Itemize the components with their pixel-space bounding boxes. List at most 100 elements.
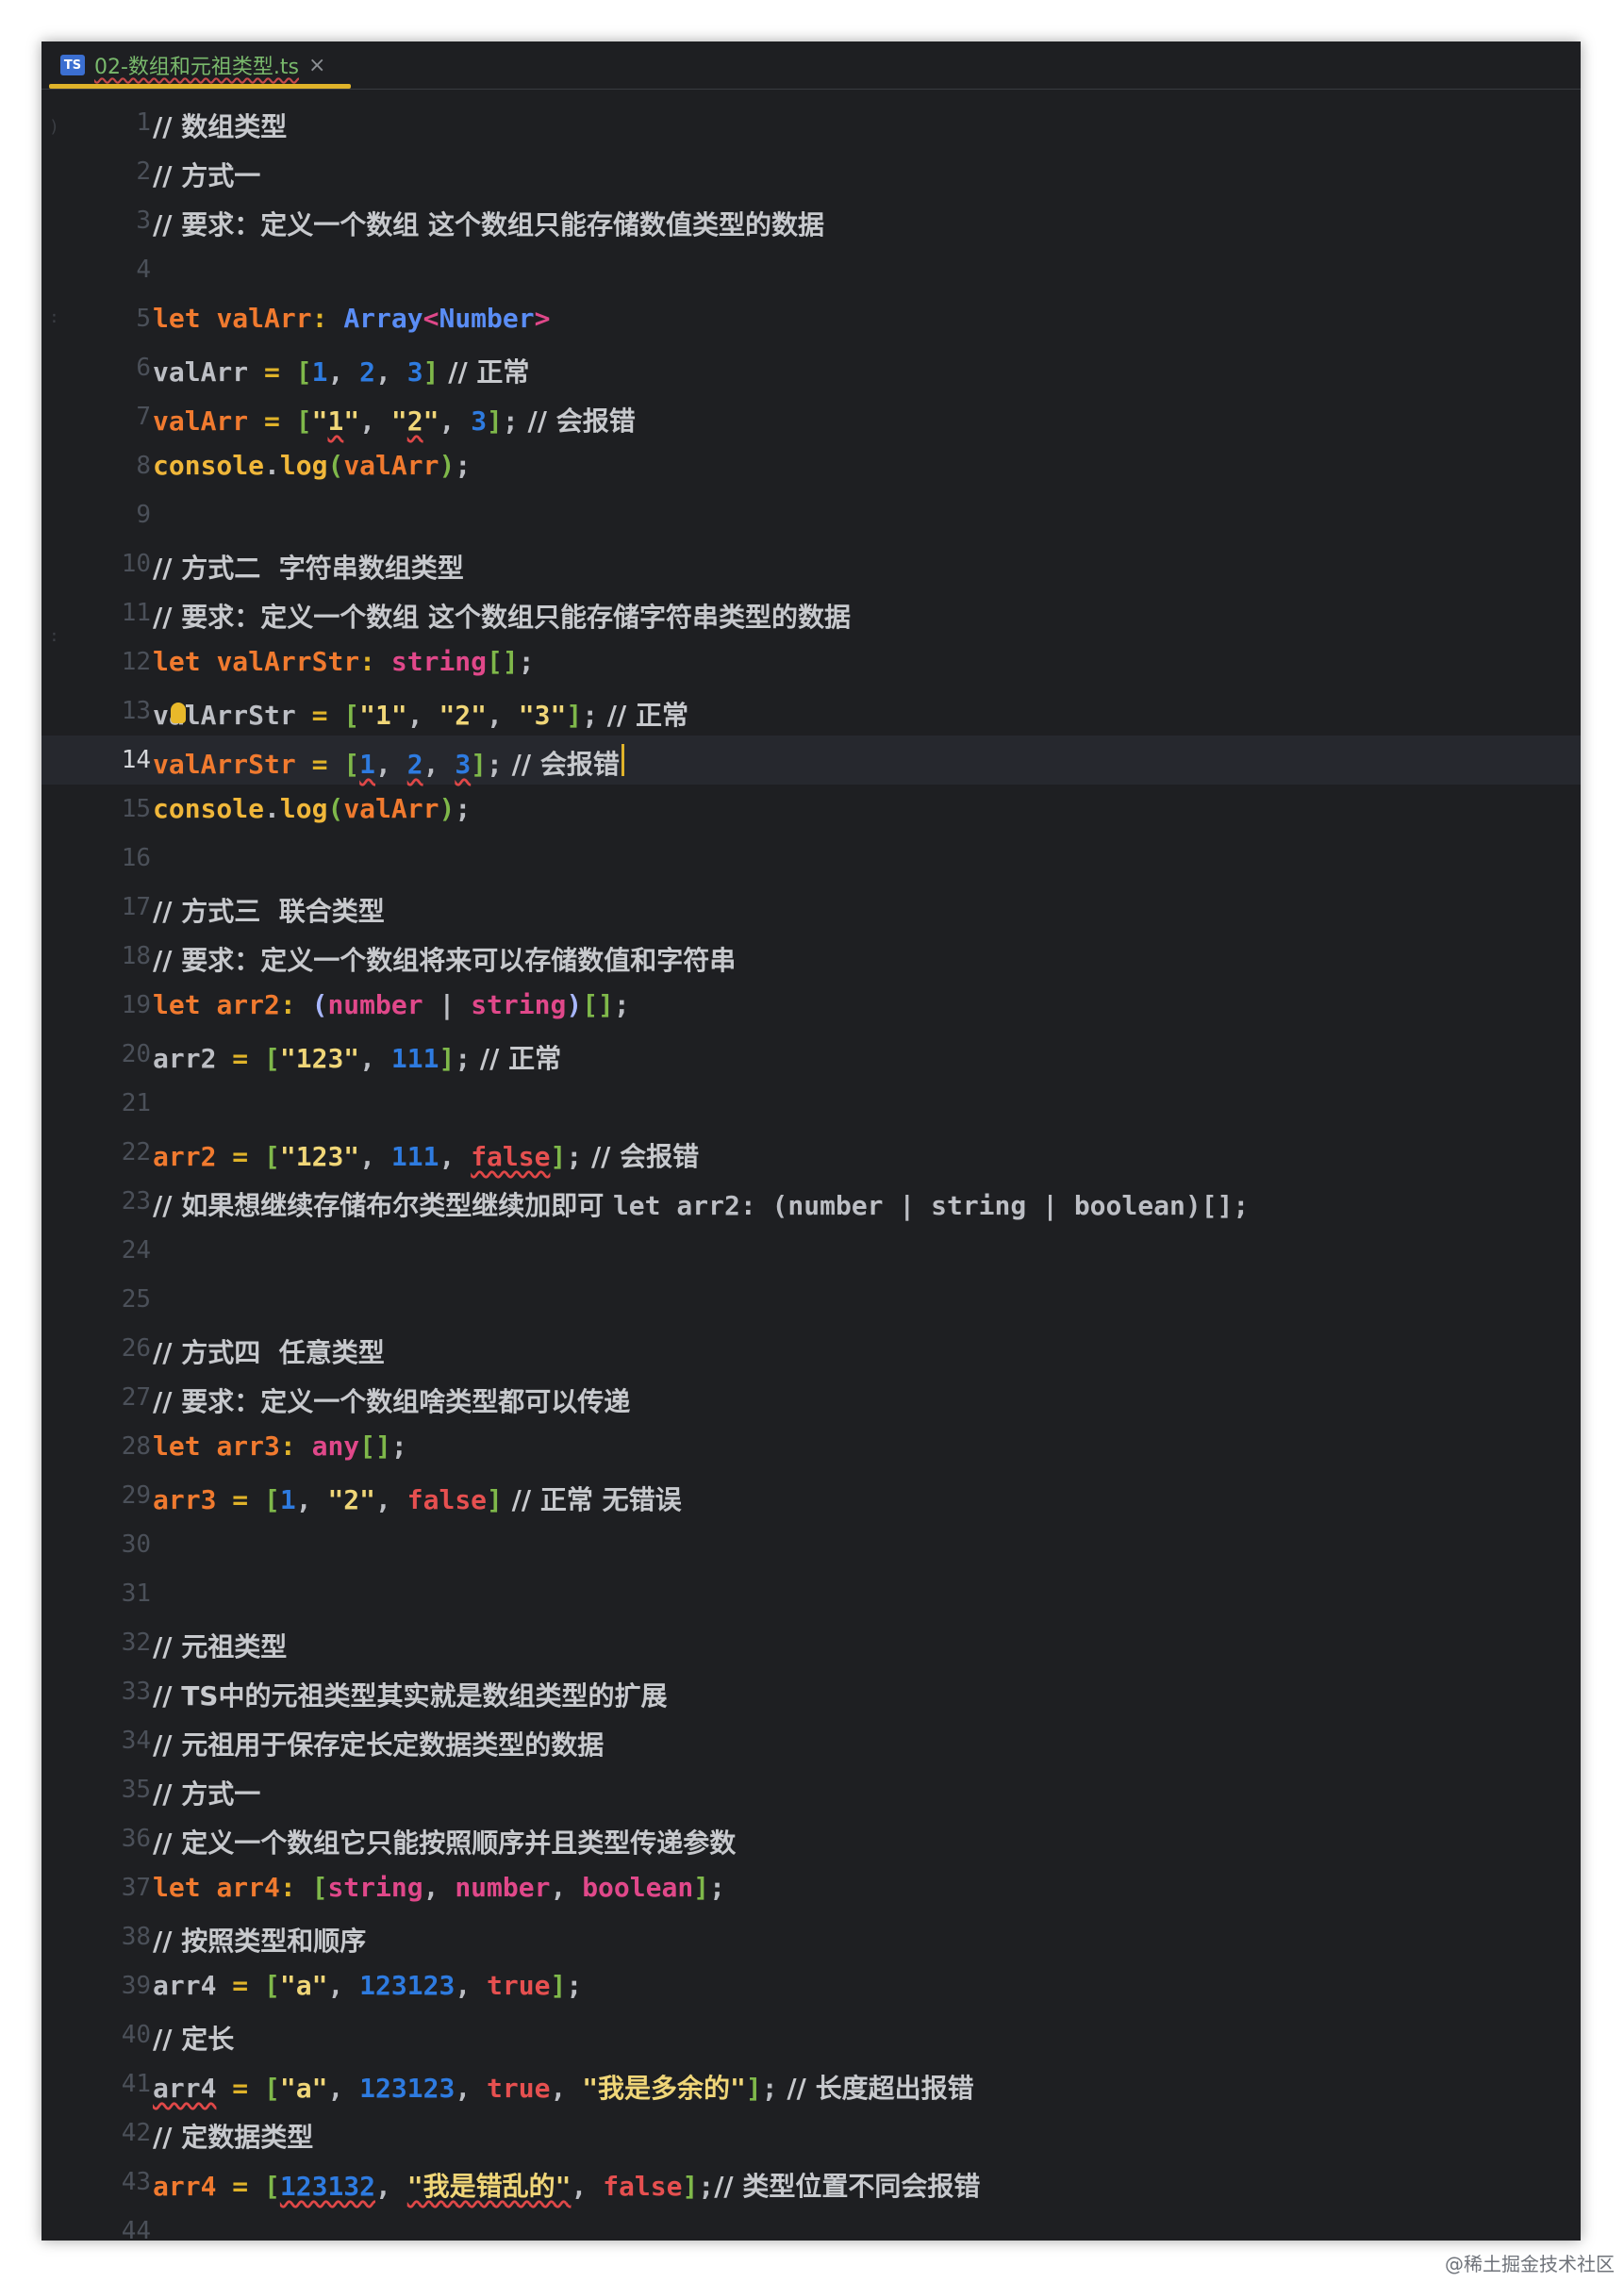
- code-token: [: [311, 1872, 328, 1903]
- code-line[interactable]: 21: [41, 1079, 1581, 1128]
- code-text[interactable]: // 定数据类型: [153, 2117, 313, 2155]
- code-text[interactable]: // 要求：定义一个数组 这个数组只能存储字符串类型的数据: [153, 597, 851, 635]
- code-text[interactable]: let valArrStr: string[];: [153, 646, 535, 677]
- code-text[interactable]: console.log(valArr);: [153, 450, 471, 481]
- code-token: =: [248, 405, 296, 437]
- code-text[interactable]: // 要求：定义一个数组 这个数组只能存储数值类型的数据: [153, 205, 824, 242]
- code-line[interactable]: 16: [41, 834, 1581, 883]
- code-line[interactable]: 18// 要求：定义一个数组将来可以存储数值和字符串: [41, 932, 1581, 981]
- code-line[interactable]: 22 arr2 = ["123", 111, false]; // 会报错: [41, 1128, 1581, 1177]
- code-token: false: [471, 1141, 551, 1172]
- code-line[interactable]: 24: [41, 1226, 1581, 1275]
- code-line[interactable]: 13 valArrStr = ["1", "2", "3"]; // 正常: [41, 686, 1581, 736]
- code-text[interactable]: // 按照类型和顺序: [153, 1921, 366, 1959]
- code-line[interactable]: 5 let valArr: Array<Number>: [41, 294, 1581, 343]
- code-line[interactable]: 31: [41, 1569, 1581, 1618]
- code-line[interactable]: 32// 元祖类型: [41, 1618, 1581, 1667]
- code-token: 3: [406, 356, 423, 388]
- code-line[interactable]: 34// 元祖用于保存定长定数据类型的数据: [41, 1716, 1581, 1765]
- code-line[interactable]: 37 let arr4: [string, number, boolean];: [41, 1863, 1581, 1912]
- code-text[interactable]: let arr3: any[];: [153, 1430, 407, 1462]
- code-token: // 按照类型和顺序: [153, 1926, 367, 1957]
- code-text[interactable]: valArrStr = [1, 2, 3]; // 会报错: [153, 744, 620, 782]
- code-text[interactable]: // 方式一: [153, 1774, 260, 1811]
- code-text[interactable]: // TS中的元祖类型其实就是数组类型的扩展: [153, 1676, 667, 1713]
- code-text[interactable]: valArr = [1, 2, 3] // 正常: [153, 352, 529, 389]
- code-text[interactable]: arr4 = [123132, "我是错乱的", false];// 类型位置不…: [153, 2166, 980, 2204]
- code-token: [: [343, 700, 360, 731]
- code-line[interactable]: 30: [41, 1520, 1581, 1569]
- code-text[interactable]: // 方式四 任意类型: [153, 1332, 385, 1370]
- watermark: @稀土掘金技术社区: [1445, 2253, 1615, 2275]
- code-text[interactable]: arr2 = ["123", 111]; // 正常: [153, 1038, 561, 1076]
- code-line[interactable]: 44: [41, 2207, 1581, 2241]
- code-line[interactable]: 36// 定义一个数组它只能按照顺序并且类型传递参数: [41, 1814, 1581, 1863]
- code-text[interactable]: // 定长: [153, 2019, 234, 2057]
- code-line[interactable]: 38// 按照类型和顺序: [41, 1912, 1581, 1961]
- code-token: string: [471, 989, 567, 1020]
- code-text[interactable]: arr4 = ["a", 123123, true];: [153, 1970, 582, 2001]
- code-text[interactable]: arr2 = ["123", 111, false]; // 会报错: [153, 1136, 699, 1174]
- code-line[interactable]: 1// 数组类型: [41, 98, 1581, 147]
- code-text[interactable]: valArr = ["1", "2", 3]; // 会报错: [153, 401, 636, 438]
- code-line[interactable]: 27// 要求：定义一个数组啥类型都可以传递: [41, 1373, 1581, 1422]
- code-text[interactable]: // 元祖用于保存定长定数据类型的数据: [153, 1725, 604, 1762]
- code-text[interactable]: // 元祖类型: [153, 1627, 287, 1664]
- code-text[interactable]: // 方式三 联合类型: [153, 891, 385, 929]
- code-line[interactable]: 43 arr4 = [123132, "我是错乱的", false];// 类型位…: [41, 2158, 1581, 2207]
- code-line[interactable]: 10// 方式二 字符串数组类型: [41, 539, 1581, 588]
- code-text[interactable]: valArrStr = ["1", "2", "3"]; // 正常: [153, 695, 688, 733]
- line-number: 33: [121, 1678, 151, 1706]
- code-line[interactable]: 12 let valArrStr: string[];: [41, 637, 1581, 686]
- code-line[interactable]: 26// 方式四 任意类型: [41, 1324, 1581, 1373]
- code-text[interactable]: // 方式二 字符串数组类型: [153, 548, 464, 586]
- code-line[interactable]: 9: [41, 490, 1581, 539]
- code-line[interactable]: 17// 方式三 联合类型: [41, 883, 1581, 932]
- code-line[interactable]: 19 let arr2: (number | string)[];: [41, 981, 1581, 1030]
- code-line[interactable]: 40// 定长: [41, 2010, 1581, 2059]
- code-text[interactable]: // 方式一: [153, 156, 260, 193]
- tab-title[interactable]: 02-数组和元祖类型.ts: [94, 50, 299, 80]
- code-token: ;: [566, 1141, 583, 1172]
- code-line[interactable]: 14 valArrStr = [1, 2, 3]; // 会报错: [41, 736, 1581, 785]
- code-line[interactable]: 39 arr4 = ["a", 123123, true];: [41, 1961, 1581, 2010]
- code-text[interactable]: // 如果想继续存储布尔类型继续加即可 let arr2: (number | …: [153, 1185, 1249, 1223]
- code-line[interactable]: 23// 如果想继续存储布尔类型继续加即可 let arr2: (number …: [41, 1177, 1581, 1226]
- code-line[interactable]: 3// 要求：定义一个数组 这个数组只能存储数值类型的数据: [41, 196, 1581, 245]
- code-text[interactable]: let arr2: (number | string)[];: [153, 989, 630, 1020]
- code-text[interactable]: let arr4: [string, number, boolean];: [153, 1872, 725, 1903]
- code-token: // 正常: [439, 356, 530, 388]
- code-line[interactable]: 7 valArr = ["1", "2", 3]; // 会报错: [41, 392, 1581, 441]
- code-text[interactable]: console.log(valArr);: [153, 793, 471, 824]
- code-text[interactable]: arr3 = [1, "2", false] // 正常 无错误: [153, 1480, 682, 1517]
- code-text[interactable]: arr4 = ["a", 123123, true, "我是多余的"]; // …: [153, 2068, 974, 2106]
- code-token: =: [216, 2073, 265, 2104]
- code-token: let arr2: (number | string | boolean)[];: [612, 1190, 1250, 1221]
- code-text[interactable]: // 要求：定义一个数组啥类型都可以传递: [153, 1381, 630, 1419]
- code-line[interactable]: 6 valArr = [1, 2, 3] // 正常: [41, 343, 1581, 392]
- code-token: ": [423, 405, 439, 437]
- code-line[interactable]: 28 let arr3: any[];: [41, 1422, 1581, 1471]
- code-line[interactable]: 4: [41, 245, 1581, 294]
- code-line[interactable]: 35// 方式一: [41, 1765, 1581, 1814]
- code-text[interactable]: // 数组类型: [153, 107, 287, 144]
- close-icon[interactable]: ×: [308, 54, 325, 77]
- code-line[interactable]: 11// 要求：定义一个数组 这个数组只能存储字符串类型的数据: [41, 588, 1581, 637]
- code-line[interactable]: 33// TS中的元祖类型其实就是数组类型的扩展: [41, 1667, 1581, 1716]
- code-line[interactable]: 2// 方式一: [41, 147, 1581, 196]
- code-line[interactable]: 20 arr2 = ["123", 111]; // 正常: [41, 1030, 1581, 1079]
- code-editor[interactable]: ) : : 1// 数组类型 2// 方式一 3// 要求：定义一个数组 这个数组只…: [41, 89, 1581, 2241]
- code-text[interactable]: // 定义一个数组它只能按照顺序并且类型传递参数: [153, 1823, 736, 1860]
- code-token: :: [279, 1872, 312, 1903]
- code-text[interactable]: // 要求：定义一个数组将来可以存储数值和字符串: [153, 940, 736, 978]
- code-line[interactable]: 25: [41, 1275, 1581, 1324]
- code-line[interactable]: 41 arr4 = ["a", 123123, true, "我是多余的"]; /…: [41, 2059, 1581, 2108]
- line-number: 6: [136, 354, 151, 382]
- code-text[interactable]: let valArr: Array<Number>: [153, 303, 550, 334]
- code-line[interactable]: 29 arr3 = [1, "2", false] // 正常 无错误: [41, 1471, 1581, 1520]
- code-line[interactable]: 8 console.log(valArr);: [41, 441, 1581, 490]
- lightbulb-icon[interactable]: [171, 703, 186, 723]
- code-line[interactable]: 42// 定数据类型: [41, 2108, 1581, 2158]
- tab-file[interactable]: TS 02-数组和元祖类型.ts ×: [49, 41, 339, 89]
- code-line[interactable]: 15 console.log(valArr);: [41, 785, 1581, 834]
